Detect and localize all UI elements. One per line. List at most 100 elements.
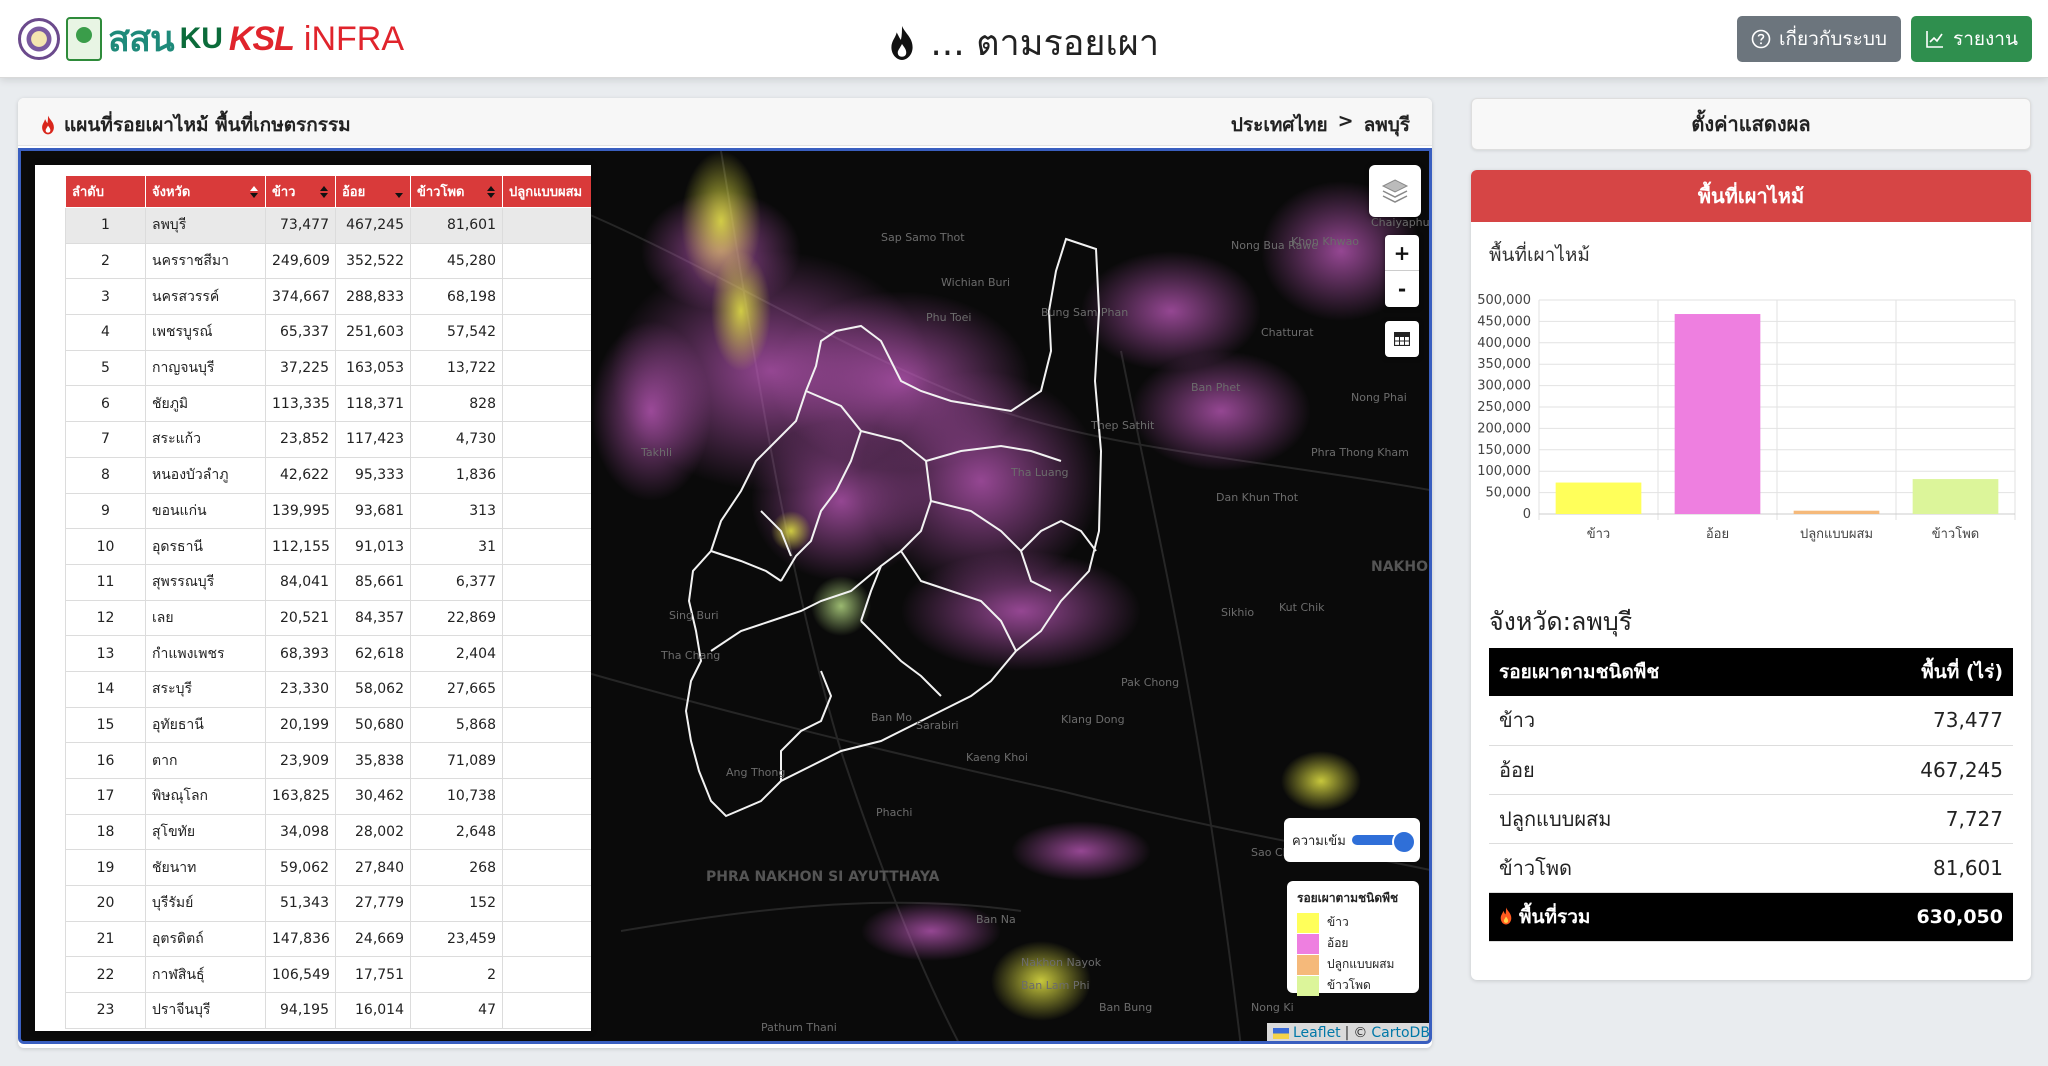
layer-switcher-button[interactable]	[1369, 165, 1421, 217]
map-label: Wichian Buri	[941, 276, 1010, 289]
map-label: Sap Samo Thot	[881, 231, 965, 244]
table-row[interactable]: 10 อุดรธานี 112,155 91,013 31	[65, 528, 591, 565]
table-row[interactable]: 5 กาญจนบุรี 37,225 163,053 13,722	[65, 349, 591, 387]
about-system-button[interactable]: เกี่ยวกับระบบ	[1737, 16, 1901, 62]
table-row[interactable]: 4 เพชรบูรณ์ 65,337 251,603 57,542	[65, 314, 591, 351]
map-label: Chaiyaphum	[1371, 216, 1432, 229]
map-label: NAKHON RATCHASIMA	[1371, 559, 1432, 575]
map-attribution: Leaflet | © CartoDB	[1267, 1023, 1429, 1041]
report-button[interactable]: รายงาน	[1911, 16, 2032, 62]
cell-province: พิษณุโลก	[145, 778, 266, 815]
cell-mixed	[502, 778, 591, 815]
cell-province: สุพรรณบุรี	[145, 563, 266, 601]
map-label: Dan Khun Thot	[1216, 491, 1299, 504]
y-tick-label: 500,000	[1477, 293, 1531, 308]
legend-swatch	[1297, 912, 1319, 933]
zoom-out-button[interactable]: -	[1385, 271, 1419, 307]
cell-sugarcane: 85,661	[335, 563, 411, 601]
legend-swatch	[1297, 933, 1319, 954]
display-settings-button[interactable]: ตั้งค่าแสดงผล	[1471, 98, 2031, 150]
map-label: Klang Dong	[1061, 713, 1125, 726]
cell-mixed	[502, 207, 591, 244]
sort-icon	[320, 186, 328, 198]
cell-mixed	[502, 992, 591, 1029]
province-ranking-table[interactable]: ลำดับ จังหวัด ข้าว อ้อย ข้าวโพด ปลูกแบบผ…	[35, 165, 591, 1031]
ksl-logo: KSL	[228, 19, 295, 58]
table-row[interactable]: 14 สระบุรี 23,330 58,062 27,665	[65, 670, 591, 708]
burn-map[interactable]: Chaiyaphum Nong Bua Rawe Khon Khwao Sap …	[18, 148, 1432, 1044]
table-row[interactable]: 23 ปราจีนบุรี 94,195 16,014 47	[65, 992, 591, 1029]
cell-rice: 42,622	[265, 456, 336, 494]
cell-sugarcane: 30,462	[335, 778, 411, 815]
summary-area-header: พื้นที่ (ไร่)	[1818, 648, 2013, 696]
x-tick-label: ปลูกแบบผสม	[1800, 527, 1873, 542]
cell-sugarcane: 24,669	[335, 920, 411, 958]
cell-mixed	[502, 885, 591, 922]
table-row[interactable]: 12 เลย 20,521 84,357 22,869	[65, 599, 591, 637]
cell-province: ตาก	[145, 742, 266, 779]
legend-swatch	[1297, 954, 1319, 975]
y-tick-label: 150,000	[1477, 443, 1531, 458]
table-row[interactable]: 13 กำแพงเพชร 68,393 62,618 2,404	[65, 635, 591, 672]
x-tick-label: ข้าว	[1587, 527, 1611, 542]
cell-sugarcane: 467,245	[335, 207, 411, 244]
table-row[interactable]: 1 ลพบุรี 73,477 467,245 81,601	[65, 207, 591, 244]
cell-rank: 17	[65, 778, 146, 815]
table-row[interactable]: 11 สุพรรณบุรี 84,041 85,661 6,377	[65, 563, 591, 601]
crop-summary-table: รอยเผาตามชนิดพืช พื้นที่ (ไร่) ข้าว 73,4…	[1489, 648, 2013, 942]
map-label: Tha Luang	[1010, 466, 1069, 479]
cell-province: อุทัยธานี	[145, 706, 266, 744]
table-row[interactable]: 19 ชัยนาท 59,062 27,840 268	[65, 849, 591, 887]
copyright-symbol: ©	[1353, 1025, 1368, 1041]
col-sugarcane-header[interactable]: อ้อย	[335, 175, 411, 208]
col-mixed-header[interactable]: ปลูกแบบผสม	[502, 175, 591, 208]
summary-row: ปลูกแบบผสม 7,727	[1489, 794, 2013, 844]
table-row[interactable]: 20 บุรีรัมย์ 51,343 27,779 152	[65, 885, 591, 922]
zoom-in-button[interactable]: +	[1385, 235, 1419, 271]
table-row[interactable]: 8 หนองบัวลำภู 42,622 95,333 1,836	[65, 456, 591, 494]
table-toggle-button[interactable]	[1385, 321, 1419, 357]
cell-corn: 31	[410, 528, 503, 565]
cell-corn: 828	[410, 385, 503, 423]
cell-rank: 7	[65, 421, 146, 458]
table-row[interactable]: 17 พิษณุโลก 163,825 30,462 10,738	[65, 778, 591, 815]
cell-mixed	[502, 813, 591, 851]
cell-rank: 9	[65, 492, 146, 530]
col-corn-header[interactable]: ข้าวโพด	[410, 175, 503, 208]
y-tick-label: 350,000	[1477, 357, 1531, 372]
table-row[interactable]: 2 นครราชสีมา 249,609 352,522 45,280	[65, 242, 591, 280]
leaflet-link[interactable]: Leaflet	[1293, 1025, 1341, 1041]
table-row[interactable]: 7 สระแก้ว 23,852 117,423 4,730	[65, 421, 591, 458]
cell-rank: 23	[65, 992, 146, 1029]
map-label: Nong Ki	[1251, 1001, 1294, 1014]
table-row[interactable]: 16 ตาก 23,909 35,838 71,089	[65, 742, 591, 779]
cell-sugarcane: 251,603	[335, 314, 411, 351]
cell-mixed	[502, 599, 591, 637]
table-row[interactable]: 3 นครสวรรค์ 374,667 288,833 68,198	[65, 278, 591, 316]
col-province-header[interactable]: จังหวัด	[145, 175, 266, 208]
chart-bar	[1555, 482, 1642, 514]
cell-sugarcane: 28,002	[335, 813, 411, 851]
summary-crop-label: อ้อย	[1489, 745, 1819, 795]
table-row[interactable]: 6 ชัยภูมิ 113,335 118,371 828	[65, 385, 591, 423]
y-tick-label: 300,000	[1477, 379, 1531, 394]
cell-rice: 374,667	[265, 278, 336, 316]
table-icon	[1394, 332, 1410, 346]
cell-rank: 11	[65, 563, 146, 601]
breadcrumb-country[interactable]: ประเทศไทย	[1231, 110, 1328, 140]
col-rank-header[interactable]: ลำดับ	[65, 175, 146, 208]
table-row[interactable]: 22 กาฬสินธุ์ 106,549 17,751 2	[65, 956, 591, 994]
cell-sugarcane: 17,751	[335, 956, 411, 994]
table-row[interactable]: 15 อุทัยธานี 20,199 50,680 5,868	[65, 706, 591, 744]
col-rice-header[interactable]: ข้าว	[265, 175, 336, 208]
cell-province: นครสวรรค์	[145, 278, 266, 316]
intensity-slider[interactable]	[1351, 830, 1416, 854]
cell-sugarcane: 117,423	[335, 421, 411, 458]
cartodb-link[interactable]: CartoDB	[1371, 1025, 1429, 1041]
table-row[interactable]: 18 สุโขทัย 34,098 28,002 2,648	[65, 813, 591, 851]
sort-icon	[250, 186, 258, 198]
legend-label: ข้าว	[1327, 915, 1349, 929]
table-row[interactable]: 9 ขอนแก่น 139,995 93,681 313	[65, 492, 591, 530]
table-row[interactable]: 21 อุตรดิตถ์ 147,836 24,669 23,459	[65, 920, 591, 958]
cell-mixed	[502, 742, 591, 779]
